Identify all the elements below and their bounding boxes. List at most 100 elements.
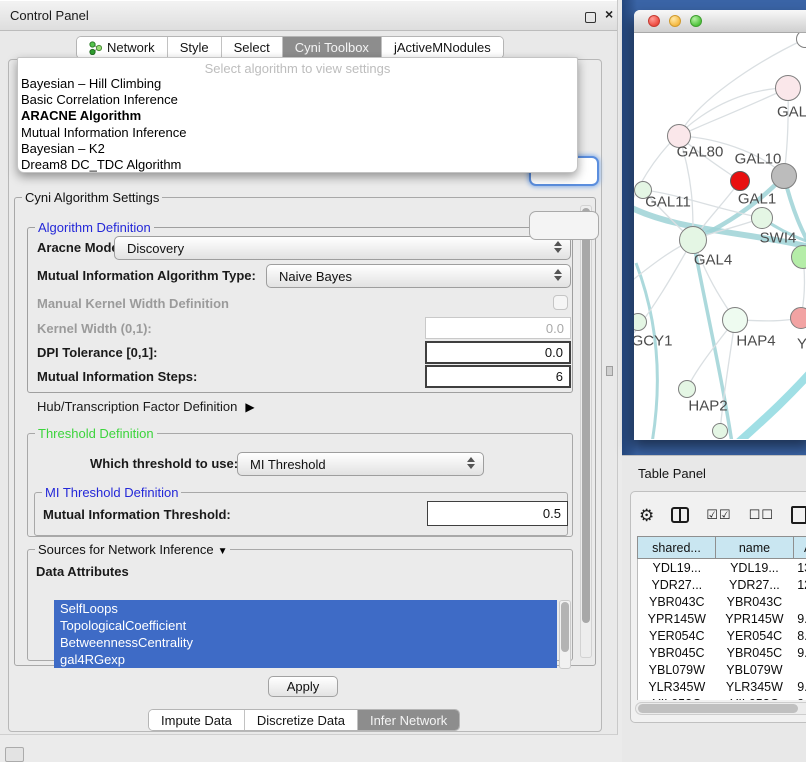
select-all-icon[interactable]: ☑☑	[706, 507, 731, 523]
table-cell: YBL079W	[716, 661, 794, 678]
tab-network[interactable]: Network	[77, 37, 168, 58]
tab-select[interactable]: Select	[222, 37, 283, 58]
tab-discretize-data[interactable]: Discretize Data	[245, 710, 358, 730]
table-row[interactable]: YDR27...YDR27...12	[638, 576, 806, 593]
which-threshold-combobox[interactable]: MI Threshold	[237, 452, 484, 476]
algorithm-option[interactable]: Basic Correlation Inference	[18, 92, 577, 108]
combo-arrows-icon	[554, 241, 562, 253]
sources-title-text: Sources for Network Inference	[38, 542, 214, 557]
apply-button[interactable]: Apply	[268, 676, 338, 697]
sources-group-title[interactable]: Sources for Network Inference▼	[35, 542, 230, 557]
network-node[interactable]	[751, 207, 773, 229]
minimized-panel-icon[interactable]	[5, 747, 24, 762]
table-panel-body: ⚙ ☑☑ ☐☐ shared...nameA YDL19...YDL19...1…	[630, 491, 806, 723]
tab-label: Network	[107, 40, 155, 55]
split-pane-grip[interactable]	[606, 366, 613, 376]
settings-scrollbar[interactable]	[580, 205, 592, 658]
table-cell	[793, 661, 806, 678]
table-cell: YDL19...	[716, 559, 794, 576]
table-row[interactable]: YPR145WYPR145W9.	[638, 610, 806, 627]
table-row[interactable]: YIL052CYIL052C9	[638, 695, 806, 700]
node-label: SWI4	[760, 230, 797, 247]
deselect-all-icon[interactable]: ☐☐	[749, 507, 774, 523]
table-cell: YIL052C	[716, 695, 794, 700]
table-cell: YLR345W	[638, 678, 716, 695]
table-cell: YIL052C	[638, 695, 716, 700]
table-horizontal-scrollbar[interactable]	[635, 702, 806, 715]
node-label: Y	[797, 336, 806, 353]
network-window[interactable]: GALGAL80GAL10GAL1GAL11SWI4GAL4GCY1HAP4YH…	[634, 10, 806, 440]
table-row[interactable]: YBR045CYBR045C9.	[638, 644, 806, 661]
tab-label: Style	[180, 40, 209, 55]
attributes-scrollbar[interactable]	[559, 600, 571, 669]
table-cell: 9	[793, 695, 806, 700]
kernel-width-field[interactable]: 0.0	[425, 317, 571, 339]
tab-infer-network[interactable]: Infer Network	[358, 710, 459, 730]
table-cell: YBR045C	[638, 644, 716, 661]
network-node[interactable]	[678, 380, 696, 398]
table-cell: YDR27...	[716, 576, 794, 593]
network-node[interactable]	[722, 307, 748, 333]
node-label: HAP2	[688, 398, 727, 415]
table-row[interactable]: YDL19...YDL19...13	[638, 559, 806, 576]
sources-group: Sources for Network Inference▼ Data Attr…	[27, 549, 573, 661]
gear-icon[interactable]: ⚙	[639, 507, 654, 524]
mi-threshold-title: MI Threshold Definition	[42, 485, 181, 500]
close-icon[interactable]: ×	[605, 6, 613, 22]
minimize-traffic-icon[interactable]	[669, 15, 681, 27]
table-row[interactable]: YBR043CYBR043C	[638, 593, 806, 610]
attribute-item-selected[interactable]: gal4RGexp	[54, 651, 557, 668]
manual-kernel-width-checkbox[interactable]	[553, 295, 568, 310]
attribute-item-selected[interactable]: TopologicalCoefficient	[54, 617, 557, 634]
table-cell: YBL079W	[638, 661, 716, 678]
columns-icon[interactable]	[671, 507, 689, 523]
algorithm-option[interactable]: ARACNE Algorithm	[18, 108, 577, 124]
zoom-traffic-icon[interactable]	[690, 15, 702, 27]
tab-label: Impute Data	[161, 713, 232, 728]
table-row[interactable]: YER054CYER054C8.	[638, 627, 806, 644]
which-threshold-label: Which threshold to use:	[90, 456, 238, 471]
tab-label: Discretize Data	[257, 713, 345, 728]
tab-jactivemnodules[interactable]: jActiveMNodules	[382, 37, 503, 58]
mi-threshold-field[interactable]: 0.5	[427, 501, 568, 526]
network-canvas[interactable]: GALGAL80GAL10GAL1GAL11SWI4GAL4GCY1HAP4YH…	[634, 33, 806, 439]
table-column-header[interactable]: A	[793, 536, 806, 559]
aracne-mode-label: Aracne Mode:	[37, 240, 123, 255]
network-node[interactable]	[712, 423, 728, 439]
new-table-icon[interactable]	[791, 506, 806, 524]
combo-arrows-icon	[467, 457, 475, 469]
attribute-item-selected[interactable]: BetweennessCentrality	[54, 634, 557, 651]
algorithm-popup-list: Bayesian – Hill ClimbingBasic Correlatio…	[18, 76, 577, 173]
table-rows: YDL19...YDL19...13YDR27...YDR27...12YBR0…	[637, 559, 806, 700]
table-column-header[interactable]: shared...	[637, 536, 715, 559]
mi-algorithm-type-combobox[interactable]: Naive Bayes	[266, 264, 571, 288]
network-node[interactable]	[790, 307, 806, 329]
table-row[interactable]: YLR345WYLR345W9.	[638, 678, 806, 695]
attribute-item-selected[interactable]: SelfLoops	[54, 600, 557, 617]
dpi-tolerance-field[interactable]: 0.0	[425, 341, 571, 364]
algorithm-option[interactable]: Mutual Information Inference	[18, 125, 577, 141]
table-row[interactable]: YBL079WYBL079W	[638, 661, 806, 678]
close-traffic-icon[interactable]	[648, 15, 660, 27]
aracne-mode-value: Discovery	[127, 241, 184, 256]
float-window-icon[interactable]	[585, 12, 596, 23]
mi-steps-field[interactable]: 6	[425, 365, 571, 388]
table-cell: 8.	[793, 627, 806, 644]
table-cell: 12	[793, 576, 806, 593]
table-column-header[interactable]: name	[715, 536, 793, 559]
algorithm-option[interactable]: Dream8 DC_TDC Algorithm	[18, 157, 577, 173]
tab-style[interactable]: Style	[168, 37, 222, 58]
network-node[interactable]	[679, 226, 707, 254]
control-panel-titlebar: Control Panel ×	[0, 0, 617, 31]
algorithm-option[interactable]: Bayesian – Hill Climbing	[18, 76, 577, 92]
hub-definition-toggle[interactable]: Hub/Transcription Factor Definition▶	[37, 399, 255, 414]
network-window-titlebar[interactable]	[634, 10, 806, 33]
network-desktop: GALGAL80GAL10GAL1GAL11SWI4GAL4GCY1HAP4YH…	[622, 0, 806, 455]
network-node[interactable]	[775, 75, 801, 101]
algorithm-option[interactable]: Bayesian – K2	[18, 141, 577, 157]
network-node[interactable]	[730, 171, 750, 191]
aracne-mode-combobox[interactable]: Discovery	[114, 236, 571, 260]
background-combobox[interactable]	[529, 211, 599, 240]
tab-cyni-toolbox[interactable]: Cyni Toolbox	[283, 37, 382, 58]
tab-impute-data[interactable]: Impute Data	[149, 710, 245, 730]
